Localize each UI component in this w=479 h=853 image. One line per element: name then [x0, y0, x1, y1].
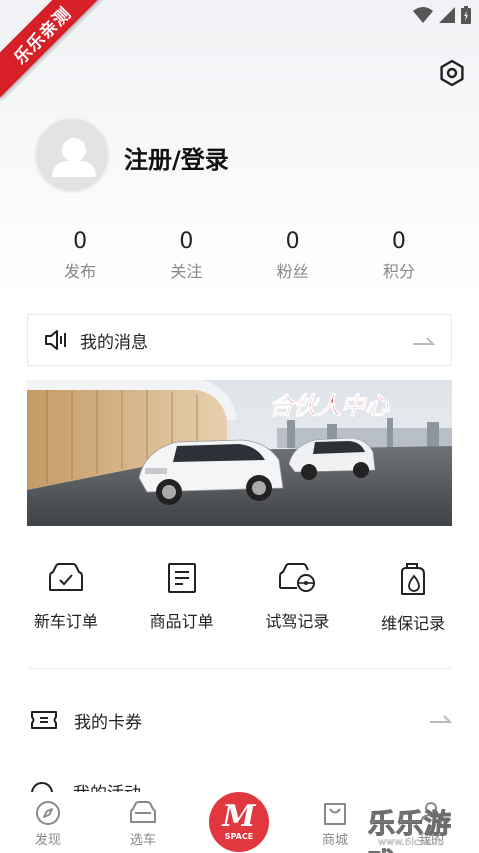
stat-label: 积分: [382, 262, 415, 281]
stat-value: 0: [285, 229, 300, 254]
m-space-button[interactable]: M SPACE: [209, 792, 269, 852]
tab-choose-car[interactable]: 选车: [113, 800, 173, 848]
tab-mall-label: 商城: [321, 833, 348, 848]
wifi-icon: [413, 7, 433, 23]
product-order-item[interactable]: 商品订单: [124, 562, 240, 634]
stat-label: 关注: [170, 262, 203, 281]
watermark-url: www.6lc.com: [378, 837, 444, 848]
arrow-right-icon: [430, 715, 452, 723]
order-shortcuts: 新车订单 商品订单 试驾记录 维保记录: [8, 562, 471, 634]
new-car-order-icon: [48, 563, 83, 591]
banner-title: 合伙人中心: [269, 393, 390, 420]
tab-mall[interactable]: 商城: [305, 800, 365, 848]
partner-center-banner[interactable]: 合伙人中心: [27, 380, 452, 526]
ticket-icon: [31, 711, 57, 729]
car-icon: [130, 801, 156, 823]
new-car-order-item[interactable]: 新车订单: [8, 562, 124, 634]
product-order-icon: [167, 563, 196, 593]
arrow-right-icon: [413, 337, 435, 345]
my-activity-label: 我的活动: [73, 779, 141, 792]
activity-icon: [31, 782, 53, 792]
stat-followers[interactable]: 0 粉丝: [240, 228, 346, 282]
stats-row: 0 发布 0 关注 0 粉丝 0 积分: [27, 228, 452, 282]
login-register-link[interactable]: 注册/登录: [124, 140, 229, 175]
test-drive-icon: [279, 563, 316, 592]
test-drive-label: 试驾记录: [265, 612, 330, 631]
banner-image: 合伙人中心: [27, 380, 452, 526]
tab-discover[interactable]: 发现: [18, 800, 78, 848]
stat-label: 发布: [64, 262, 97, 281]
maintenance-icon: [401, 563, 426, 595]
signal-icon: [439, 7, 455, 23]
speaker-icon: [45, 330, 66, 350]
compass-icon: [36, 801, 60, 825]
stat-label: 粉丝: [276, 262, 309, 281]
shopping-bag-icon: [324, 803, 346, 825]
maintenance-item[interactable]: 维保记录: [355, 562, 471, 634]
my-coupons-row[interactable]: 我的卡券: [27, 700, 452, 740]
tab-discover-label: 发现: [34, 833, 61, 848]
my-coupons-label: 我的卡券: [74, 712, 142, 733]
avatar[interactable]: [34, 117, 110, 193]
my-messages-row[interactable]: 我的消息: [27, 314, 452, 366]
settings-icon[interactable]: [438, 59, 466, 87]
m-space-logo: M: [222, 799, 256, 834]
stat-posts[interactable]: 0 发布: [27, 228, 133, 282]
new-car-order-label: 新车订单: [33, 612, 98, 631]
section-divider: [27, 668, 452, 669]
test-drive-item[interactable]: 试驾记录: [240, 562, 356, 634]
status-bar: [413, 6, 471, 24]
maintenance-label: 维保记录: [381, 614, 446, 633]
stat-points[interactable]: 0 积分: [346, 228, 452, 282]
watermark: 乐乐游戏 www.6lc.com: [360, 802, 479, 853]
product-order-label: 商品订单: [149, 612, 214, 631]
my-activity-row[interactable]: 我的活动: [27, 778, 452, 792]
stat-value: 0: [179, 229, 194, 254]
battery-icon: [461, 6, 471, 24]
m-space-sub: SPACE: [224, 832, 254, 841]
stat-value: 0: [73, 229, 88, 254]
my-messages-label: 我的消息: [80, 332, 148, 353]
tab-choose-car-label: 选车: [129, 833, 156, 848]
stat-value: 0: [391, 229, 406, 254]
stat-following[interactable]: 0 关注: [133, 228, 239, 282]
